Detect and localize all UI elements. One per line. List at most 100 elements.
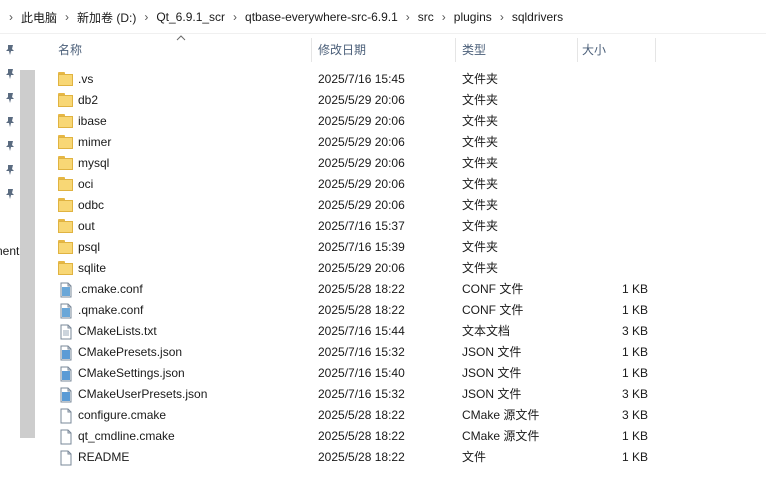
breadcrumb-item-qtbase[interactable]: qtbase-everywhere-src-6.9.1 — [242, 10, 401, 24]
pin-icon[interactable] — [4, 92, 16, 104]
file-size: 1 KB — [621, 366, 648, 380]
chevron-right-icon[interactable]: › — [495, 10, 509, 24]
file-row[interactable]: CMakeLists.txt 2025/7/16 15:44 文本文档 3 KB — [42, 321, 662, 342]
file-date: 2025/7/16 15:32 — [318, 345, 405, 359]
pin-icon[interactable] — [4, 188, 16, 200]
file-type: JSON 文件 — [462, 366, 522, 380]
column-header-name[interactable]: 名称 — [42, 38, 312, 62]
breadcrumb-item-sqldrivers[interactable]: sqldrivers — [509, 10, 566, 24]
folder-icon — [58, 156, 74, 172]
breadcrumb-item-qt-folder[interactable]: Qt_6.9.1_scr — [153, 10, 228, 24]
file-type: 文件夹 — [462, 198, 499, 212]
breadcrumb-item-plugins[interactable]: plugins — [451, 10, 495, 24]
file-name: psql — [78, 240, 101, 254]
file-row[interactable]: mysql 2025/5/29 20:06 文件夹 — [42, 153, 662, 174]
file-row[interactable]: README 2025/5/28 18:22 文件 1 KB — [42, 447, 662, 468]
file-name: mysql — [78, 156, 110, 170]
pin-icon[interactable] — [4, 164, 16, 176]
breadcrumb-item-this-pc[interactable]: 此电脑 — [18, 9, 60, 26]
file-row[interactable]: CMakeUserPresets.json 2025/7/16 15:32 JSON… — [42, 384, 662, 405]
file-row[interactable]: CMakePresets.json 2025/7/16 15:32 JSON 文件 1… — [42, 342, 662, 363]
address-bar[interactable]: › 此电脑 › 新加卷 (D:) › Qt_6.9.1_scr › qtbase… — [0, 0, 766, 34]
file-date: 2025/5/28 18:22 — [318, 408, 405, 422]
file-row[interactable]: CMakeSettings.json 2025/7/16 15:40 JSON 文件… — [42, 363, 662, 384]
chevron-right-icon[interactable]: › — [4, 10, 18, 24]
folder-icon — [58, 72, 74, 88]
folder-icon — [58, 219, 74, 235]
file-row[interactable]: db2 2025/5/29 20:06 文件夹 — [42, 90, 662, 111]
nav-item-partial-label[interactable]: nent — [0, 244, 19, 258]
file-type: 文件夹 — [462, 240, 499, 254]
file-row[interactable]: .vs 2025/7/16 15:45 文件夹 — [42, 69, 662, 90]
file-row[interactable]: qt_cmdline.cmake 2025/5/28 18:22 CMake 源文件… — [42, 426, 662, 447]
file-date: 2025/5/29 20:06 — [318, 156, 405, 170]
file-date: 2025/5/29 20:06 — [318, 135, 405, 149]
file-type: 文件夹 — [462, 219, 499, 233]
json-file-icon — [58, 345, 74, 361]
file-size: 3 KB — [621, 324, 648, 338]
pin-icon[interactable] — [4, 68, 16, 80]
file-date: 2025/7/16 15:32 — [318, 387, 405, 401]
breadcrumb-item-drive[interactable]: 新加卷 (D:) — [74, 9, 139, 26]
folder-icon — [58, 261, 74, 277]
file-name: oci — [78, 177, 94, 191]
folder-icon — [58, 240, 74, 256]
file-date: 2025/5/28 18:22 — [318, 282, 405, 296]
scrollbar-thumb[interactable] — [20, 70, 35, 438]
column-header-date[interactable]: 修改日期 — [312, 38, 456, 62]
file-row[interactable]: .qmake.conf 2025/5/28 18:22 CONF 文件 1 KB — [42, 300, 662, 321]
file-type: CMake 源文件 — [462, 408, 540, 422]
file-size: 1 KB — [621, 450, 648, 464]
file-name: db2 — [78, 93, 99, 107]
file-size: 3 KB — [621, 408, 648, 422]
conf-file-icon — [58, 282, 74, 298]
file-type: 文件夹 — [462, 177, 499, 191]
pin-icon[interactable] — [4, 44, 16, 56]
file-row[interactable]: out 2025/7/16 15:37 文件夹 — [42, 216, 662, 237]
file-row[interactable]: configure.cmake 2025/5/28 18:22 CMake 源文件 3… — [42, 405, 662, 426]
blank-file-icon — [58, 450, 74, 466]
file-name: ibase — [78, 114, 107, 128]
file-date: 2025/5/28 18:22 — [318, 429, 405, 443]
folder-icon — [58, 177, 74, 193]
chevron-right-icon[interactable]: › — [60, 10, 74, 24]
file-date: 2025/5/29 20:06 — [318, 198, 405, 212]
file-size: 3 KB — [621, 387, 648, 401]
pin-icon[interactable] — [4, 116, 16, 128]
file-name: qt_cmdline.cmake — [78, 429, 175, 443]
breadcrumb-item-src[interactable]: src — [415, 10, 437, 24]
file-type: 文件夹 — [462, 156, 499, 170]
chevron-right-icon[interactable]: › — [401, 10, 415, 24]
column-header-type[interactable]: 类型 — [456, 38, 578, 62]
blank-file-icon — [58, 429, 74, 445]
folder-icon — [58, 114, 74, 130]
pin-icon[interactable] — [4, 140, 16, 152]
chevron-right-icon[interactable]: › — [437, 10, 451, 24]
file-type: CMake 源文件 — [462, 429, 540, 443]
file-row[interactable]: odbc 2025/5/29 20:06 文件夹 — [42, 195, 662, 216]
file-name: mimer — [78, 135, 112, 149]
file-date: 2025/5/29 20:06 — [318, 93, 405, 107]
file-row[interactable]: ibase 2025/5/29 20:06 文件夹 — [42, 111, 662, 132]
file-name: README — [78, 450, 130, 464]
file-name: sqlite — [78, 261, 107, 275]
file-name: odbc — [78, 198, 105, 212]
file-date: 2025/7/16 15:40 — [318, 366, 405, 380]
file-row[interactable]: sqlite 2025/5/29 20:06 文件夹 — [42, 258, 662, 279]
navigation-pane: nent — [0, 34, 22, 486]
file-type: 文件夹 — [462, 135, 499, 149]
column-header-row: 名称 修改日期 类型 大小 — [42, 38, 662, 62]
file-type: JSON 文件 — [462, 387, 522, 401]
column-header-size[interactable]: 大小 — [578, 38, 656, 62]
file-row[interactable]: oci 2025/5/29 20:06 文件夹 — [42, 174, 662, 195]
file-type: 文件 — [462, 450, 487, 464]
text-file-icon — [58, 324, 74, 340]
chevron-right-icon[interactable]: › — [139, 10, 153, 24]
file-row[interactable]: .cmake.conf 2025/5/28 18:22 CONF 文件 1 KB — [42, 279, 662, 300]
file-row[interactable]: mimer 2025/5/29 20:06 文件夹 — [42, 132, 662, 153]
file-type: CONF 文件 — [462, 303, 524, 317]
file-row[interactable]: psql 2025/7/16 15:39 文件夹 — [42, 237, 662, 258]
file-name: CMakeLists.txt — [78, 324, 157, 338]
chevron-right-icon[interactable]: › — [228, 10, 242, 24]
file-size: 1 KB — [621, 303, 648, 317]
